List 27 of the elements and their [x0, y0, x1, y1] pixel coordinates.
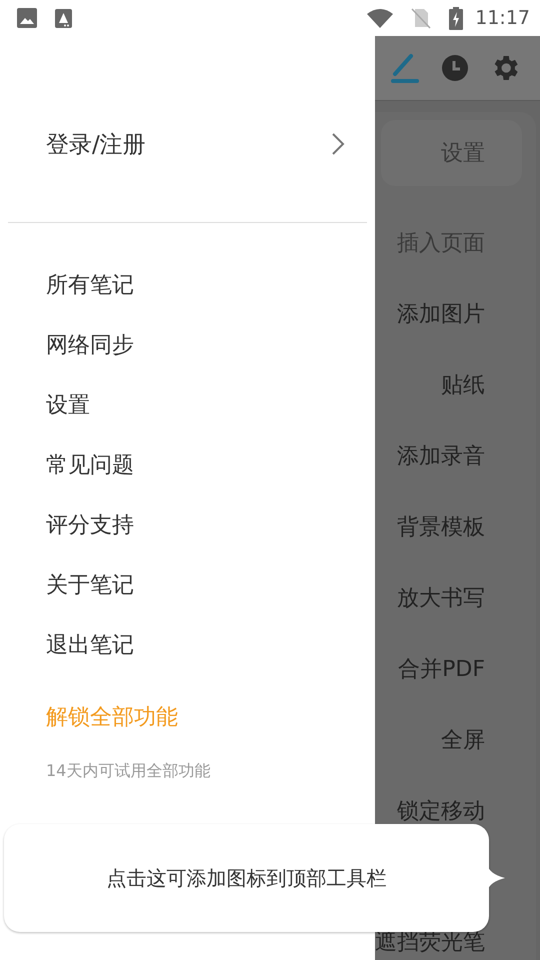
- menu-item[interactable]: 合并PDF: [398, 633, 536, 704]
- wifi-icon: [367, 8, 394, 28]
- image-icon: [17, 8, 37, 28]
- drawer-item[interactable]: 退出笔记: [0, 615, 375, 675]
- drawer-item[interactable]: 常见问题: [0, 435, 375, 495]
- menu-item[interactable]: 背景模板: [397, 491, 536, 562]
- drawer-item[interactable]: 评分支持: [0, 495, 375, 555]
- status-time: 11:17: [475, 7, 530, 29]
- menu-item[interactable]: 放大书写: [397, 562, 536, 633]
- drawer-item[interactable]: 所有笔记: [0, 255, 375, 315]
- no-sim-icon: [411, 7, 432, 29]
- clock-icon: [442, 55, 468, 81]
- drawer-item[interactable]: 网络同步: [0, 315, 375, 375]
- menu-item[interactable]: 全屏: [441, 704, 536, 775]
- battery-charging-icon: [449, 6, 464, 30]
- drawer-item[interactable]: 设置: [0, 375, 375, 435]
- chevron-right-icon: [331, 132, 345, 156]
- menu-item[interactable]: 贴纸: [441, 349, 536, 420]
- unlock-link[interactable]: 解锁全部功能: [0, 687, 375, 747]
- trial-note: 14天内可试用全部功能: [45, 760, 212, 782]
- pen-icon: [389, 52, 421, 84]
- menu-item[interactable]: 添加录音: [397, 420, 536, 491]
- menu-item[interactable]: 添加图片: [397, 278, 536, 349]
- drawer-item[interactable]: 关于笔记: [0, 555, 375, 615]
- login-register-item[interactable]: 登录/注册: [0, 104, 375, 184]
- notification-icon: [55, 8, 72, 28]
- tooltip-text: 点击这可添加图标到顶部工具栏: [106, 864, 386, 892]
